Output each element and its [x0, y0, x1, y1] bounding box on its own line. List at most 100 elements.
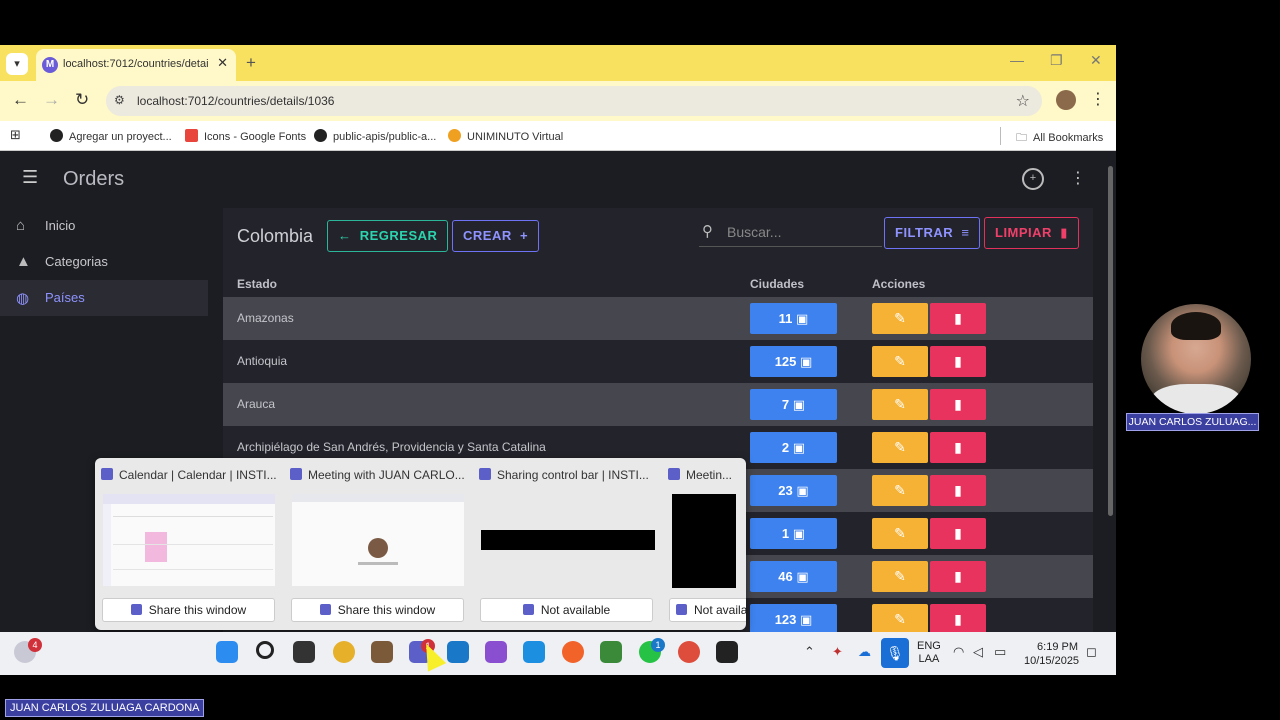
window-title: Meeting with JUAN CARLO... — [290, 468, 468, 482]
menu-icon[interactable]: ☰ — [22, 167, 38, 188]
edit-button[interactable]: ✎ — [872, 561, 928, 592]
delete-button[interactable]: ▮ — [930, 389, 986, 420]
profile-avatar[interactable] — [1056, 90, 1076, 110]
delete-button[interactable]: ▮ — [930, 303, 986, 334]
window-card[interactable]: Meeting with JUAN CARLO... Share this wi… — [284, 458, 465, 630]
delete-button[interactable]: ▮ — [930, 518, 986, 549]
cities-button[interactable]: 2 ▣ — [750, 432, 837, 463]
table-row[interactable]: Amazonas 11 ▣ ✎ ▮ — [223, 297, 1093, 340]
sync-icon[interactable]: + — [1022, 168, 1044, 190]
chevron-up-icon[interactable]: ⌃ — [804, 644, 815, 660]
new-tab-button[interactable]: + — [246, 53, 256, 73]
column-header-ciudades[interactable]: Ciudades — [750, 277, 804, 291]
share-window-button[interactable]: Share this window — [102, 598, 275, 622]
clock[interactable]: 6:19 PM 10/15/2025 — [1024, 640, 1079, 668]
chrome-profile-icon[interactable] — [678, 641, 700, 663]
edit-button[interactable]: ✎ — [872, 346, 928, 377]
restore-icon[interactable]: ❐ — [1050, 52, 1063, 69]
cities-button[interactable]: 125 ▣ — [750, 346, 837, 377]
window-card[interactable]: Meetin... Not availa — [662, 458, 746, 630]
delete-button[interactable]: ▮ — [930, 561, 986, 592]
tray-app-icon[interactable]: ✦ — [832, 644, 843, 660]
arrow-left-icon: ← — [338, 228, 352, 243]
windows-start-icon[interactable] — [216, 641, 238, 663]
delete-button[interactable]: ▮ — [930, 346, 986, 377]
share-button-label: Not available — [540, 603, 611, 617]
more-vert-icon[interactable]: ⋮ — [1070, 168, 1086, 188]
input-language[interactable]: ENG LAA — [917, 640, 941, 666]
bookmark-item[interactable]: Agregar un proyect... — [50, 129, 172, 143]
share-window-button[interactable]: Not available — [480, 598, 653, 622]
share-window-button[interactable]: Not availa — [669, 598, 746, 622]
table-row[interactable]: Antioquia 125 ▣ ✎ ▮ — [223, 340, 1093, 383]
delete-button[interactable]: ▮ — [930, 432, 986, 463]
clear-button[interactable]: LIMPIAR ▮ — [984, 217, 1079, 249]
window-card[interactable]: Sharing control bar | INSTI... Not avail… — [473, 458, 655, 630]
sidebar-item-paises[interactable]: ◍ Países — [0, 280, 208, 316]
column-header-estado[interactable]: Estado — [237, 277, 277, 291]
wifi-icon[interactable]: ◠ — [953, 644, 964, 660]
onedrive-icon[interactable]: ☁ — [858, 644, 871, 660]
search-icon: ⚲ — [702, 223, 713, 240]
outlook-icon[interactable] — [447, 641, 469, 663]
cities-button[interactable]: 23 ▣ — [750, 475, 837, 506]
task-view-icon[interactable] — [293, 641, 315, 663]
app-icon[interactable] — [600, 641, 622, 663]
notifications-icon[interactable]: ◻ — [1086, 644, 1097, 660]
battery-icon[interactable]: ▭ — [994, 644, 1006, 660]
edit-button[interactable]: ✎ — [872, 518, 928, 549]
scrollbar[interactable] — [1107, 156, 1114, 616]
minimize-icon[interactable]: — — [1010, 52, 1024, 68]
edit-button[interactable]: ✎ — [872, 432, 928, 463]
scrollbar-thumb[interactable] — [1108, 166, 1113, 516]
postman-icon[interactable] — [562, 641, 584, 663]
chrome-icon[interactable] — [333, 641, 355, 663]
delete-button[interactable]: ▮ — [930, 604, 986, 635]
window-card[interactable]: Calendar | Calendar | INSTI... Share thi… — [95, 458, 277, 630]
trash-icon: ▮ — [954, 439, 962, 455]
cities-button[interactable]: 46 ▣ — [750, 561, 837, 592]
chrome-menu-icon[interactable]: ⋮ — [1090, 89, 1106, 109]
visual-studio-icon[interactable] — [485, 641, 507, 663]
sidebar-item-inicio[interactable]: ⌂ Inicio — [0, 208, 208, 244]
cities-button[interactable]: 1 ▣ — [750, 518, 837, 549]
back-button[interactable]: ← REGRESAR — [327, 220, 449, 252]
search-field[interactable]: ⚲ — [699, 217, 882, 247]
cities-button[interactable]: 11 ▣ — [750, 303, 837, 334]
volume-icon[interactable]: ◁ — [973, 644, 983, 660]
url-text[interactable]: localhost:7012/countries/details/1036 — [137, 94, 334, 108]
site-info-icon[interactable]: ⚙ — [114, 93, 125, 107]
address-bar[interactable]: ⚙ localhost:7012/countries/details/1036 … — [106, 86, 1042, 116]
search-input[interactable] — [727, 222, 877, 242]
search-icon[interactable] — [256, 641, 274, 659]
microphone-icon[interactable]: 🎙 — [881, 638, 909, 668]
sidebar-item-categorias[interactable]: ▲ Categorias — [0, 244, 208, 280]
close-window-icon[interactable]: ✕ — [1090, 52, 1102, 69]
apps-grid-icon[interactable]: ⊞ — [10, 127, 21, 143]
edit-button[interactable]: ✎ — [872, 389, 928, 420]
all-bookmarks-button[interactable]: 🗀 All Bookmarks — [1016, 129, 1103, 148]
file-explorer-icon[interactable] — [371, 641, 393, 663]
close-tab-icon[interactable]: ✕ — [217, 55, 228, 71]
bookmark-star-icon[interactable]: ☆ — [1016, 91, 1030, 111]
forward-arrow-icon[interactable]: → — [43, 90, 60, 110]
edit-button[interactable]: ✎ — [872, 303, 928, 334]
bookmark-item[interactable]: public-apis/public-a... — [314, 129, 436, 143]
filter-button[interactable]: FILTRAR ≡ — [884, 217, 981, 249]
back-arrow-icon[interactable]: ← — [12, 90, 29, 110]
bookmark-item[interactable]: UNIMINUTO Virtual — [448, 129, 563, 143]
table-row[interactable]: Arauca 7 ▣ ✎ ▮ — [223, 383, 1093, 426]
cities-button[interactable]: 7 ▣ — [750, 389, 837, 420]
edit-button[interactable]: ✎ — [872, 475, 928, 506]
vscode-icon[interactable] — [523, 641, 545, 663]
share-window-button[interactable]: Share this window — [291, 598, 464, 622]
tab-search-button[interactable]: ▾ — [6, 53, 28, 75]
cities-button[interactable]: 123 ▣ — [750, 604, 837, 635]
create-button[interactable]: CREAR + — [452, 220, 540, 252]
bookmark-item[interactable]: Icons - Google Fonts — [185, 129, 306, 143]
delete-button[interactable]: ▮ — [930, 475, 986, 506]
browser-tab[interactable]: M localhost:7012/countries/details/1036 … — [36, 49, 236, 81]
edit-button[interactable]: ✎ — [872, 604, 928, 635]
terminal-icon[interactable] — [716, 641, 738, 663]
reload-icon[interactable]: ↻ — [75, 90, 89, 110]
